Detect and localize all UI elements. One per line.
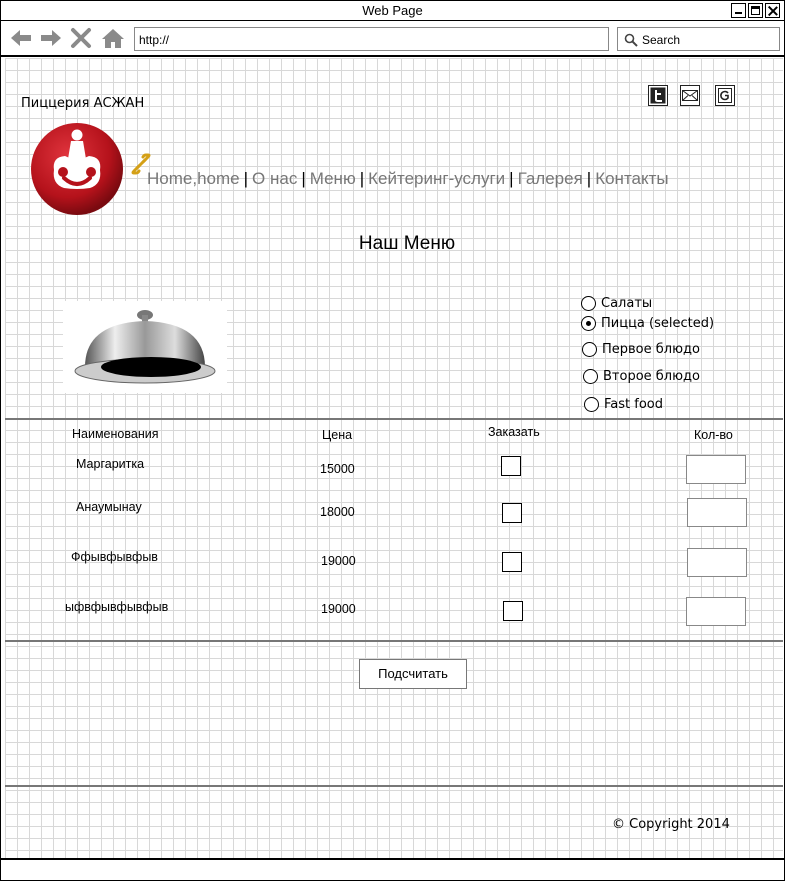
- category-fast-food[interactable]: Fast food: [584, 397, 663, 412]
- order-checkbox[interactable]: [503, 601, 523, 621]
- table-row-name: Анаумынау: [76, 500, 142, 514]
- forward-arrow-icon[interactable]: [39, 27, 63, 49]
- home-icon[interactable]: [101, 27, 125, 49]
- order-checkbox[interactable]: [502, 503, 522, 523]
- copyright: © Copyright 2014: [612, 817, 730, 832]
- page-content: Пиццерия АСЖАН Home,home | О нас | Меню …: [5, 58, 783, 858]
- radio-button[interactable]: [582, 342, 597, 357]
- pizzeria-logo[interactable]: [30, 120, 124, 216]
- order-checkbox[interactable]: [502, 552, 522, 572]
- order-checkbox[interactable]: [501, 456, 521, 476]
- back-arrow-icon[interactable]: [9, 27, 33, 49]
- nav-item-menu[interactable]: Меню: [308, 169, 358, 189]
- category-second-course[interactable]: Второе блюдо: [583, 369, 700, 384]
- browser-window: Web Page http:// Search Пиццерия АСЖАН H…: [0, 0, 785, 881]
- nav-item-contacts[interactable]: Контакты: [593, 169, 670, 189]
- browser-toolbar: http:// Search: [1, 21, 784, 57]
- radio-button-selected[interactable]: [581, 316, 596, 331]
- table-row-price: 19000: [321, 602, 356, 616]
- table-row-name: ыфвфывфывфыв: [65, 600, 169, 614]
- quantity-input[interactable]: [687, 548, 747, 577]
- nav-item-gallery[interactable]: Галерея: [516, 169, 585, 189]
- menu-table: Маргаритка 15000 Анаумынау 18000 Ффывфыв…: [5, 448, 783, 638]
- search-icon: [624, 33, 638, 47]
- category-label: Второе блюдо: [603, 369, 700, 384]
- nav-separator: |: [301, 169, 306, 188]
- main-nav: Home,home | О нас | Меню | Кейтеринг-усл…: [145, 169, 671, 189]
- quantity-input[interactable]: [686, 455, 746, 484]
- status-bar: [1, 858, 784, 880]
- nav-item-catering[interactable]: Кейтеринг-услуги: [366, 169, 507, 189]
- stop-icon[interactable]: [69, 27, 93, 49]
- table-row-price: 15000: [320, 462, 355, 476]
- category-pizza[interactable]: Пицца (selected): [581, 316, 714, 331]
- category-label: Пицца (selected): [601, 316, 715, 331]
- radio-button[interactable]: [584, 397, 599, 412]
- category-label: Салаты: [601, 296, 653, 311]
- column-header-price: Цена: [322, 428, 353, 442]
- nav-item-home[interactable]: Home,home: [145, 169, 242, 189]
- nav-separator: |: [243, 169, 249, 188]
- search-box[interactable]: Search: [617, 27, 780, 51]
- calculate-button[interactable]: Подсчитать: [359, 659, 467, 689]
- column-header-qty: Кол-во: [694, 428, 733, 442]
- brand-name: Пиццерия АСЖАН: [21, 96, 145, 111]
- table-row-price: 19000: [321, 554, 356, 568]
- minimize-button[interactable]: [731, 3, 746, 18]
- window-controls: [731, 3, 780, 18]
- nav-separator: |: [359, 169, 365, 188]
- cloche-image: [63, 301, 227, 393]
- category-label: Первое блюдо: [602, 342, 700, 357]
- search-placeholder: Search: [642, 33, 681, 47]
- window-title: Web Page: [362, 3, 423, 18]
- radio-button[interactable]: [581, 296, 596, 311]
- address-bar[interactable]: http://: [134, 27, 609, 51]
- nav-separator: |: [586, 169, 592, 188]
- twitter-icon[interactable]: [648, 85, 668, 106]
- column-header-name: Наименования: [72, 427, 159, 441]
- divider: [5, 785, 783, 787]
- table-row-name: Маргаритка: [76, 457, 145, 471]
- divider: [5, 418, 783, 420]
- table-row-name: Ффывфывфыв: [71, 550, 158, 564]
- divider: [5, 640, 783, 642]
- title-bar: Web Page: [1, 1, 784, 21]
- column-header-order: Заказать: [488, 425, 540, 439]
- category-salads[interactable]: Салаты: [581, 296, 652, 311]
- google-icon[interactable]: [715, 85, 735, 106]
- nav-separator: |: [509, 169, 514, 188]
- quantity-input[interactable]: [687, 498, 747, 527]
- nav-item-about[interactable]: О нас: [250, 169, 299, 189]
- page-title: Наш Меню: [358, 233, 456, 254]
- category-label: Fast food: [604, 397, 663, 412]
- table-row-price: 18000: [320, 505, 355, 519]
- category-first-course[interactable]: Первое блюдо: [582, 342, 700, 357]
- radio-button[interactable]: [583, 369, 598, 384]
- quantity-input[interactable]: [686, 597, 746, 626]
- close-window-button[interactable]: [765, 3, 780, 18]
- maximize-button[interactable]: [748, 3, 763, 18]
- mail-icon[interactable]: [680, 85, 700, 106]
